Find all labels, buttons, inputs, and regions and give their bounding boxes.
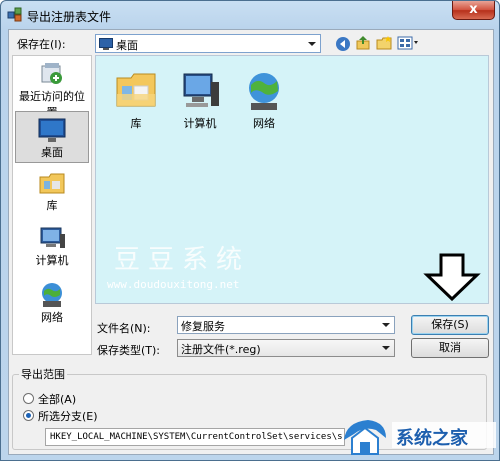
watermark-url: www.doudouxitong.net [107, 278, 240, 291]
place-recent[interactable]: 最近访问的位置 [15, 60, 89, 119]
save-button[interactable]: 保存(S) [411, 315, 489, 335]
save-in-label: 保存在(I): [17, 38, 66, 51]
house-logo-icon [344, 420, 386, 455]
export-range-title: 导出范围 [19, 366, 67, 382]
filetype-label: 保存类型(T): [97, 344, 161, 357]
file-item-label: 库 [130, 117, 142, 130]
location-value: 桌面 [116, 39, 138, 52]
radio-selected-branch[interactable] [23, 410, 34, 421]
corner-logo: 系统之家 [340, 410, 500, 461]
chevron-down-icon [382, 346, 390, 350]
filetype-value: 注册文件(*.reg) [181, 343, 261, 356]
file-item-label: 计算机 [183, 117, 217, 130]
view-menu-icon[interactable] [397, 35, 421, 51]
cancel-button[interactable]: 取消 [411, 338, 489, 358]
places-bar: 最近访问的位置 桌面 库 计算机 网络 [12, 55, 92, 355]
desktop-icon [38, 118, 66, 142]
network-globe-icon [249, 73, 279, 110]
radio-all[interactable] [23, 393, 34, 404]
library-icon [39, 173, 65, 194]
dialog-client: 保存在(I): 桌面 最近访问的位置 桌面 库 [8, 29, 494, 455]
filename-value: 修复服务 [181, 320, 225, 333]
filetype-dropdown[interactable]: 注册文件(*.reg) [177, 339, 395, 357]
registry-icon [7, 7, 22, 22]
up-folder-icon[interactable] [355, 35, 371, 51]
file-item-network[interactable]: 网络 [234, 70, 294, 131]
option-all-label[interactable]: 全部(A) [38, 391, 76, 407]
place-network[interactable]: 网络 [15, 281, 89, 325]
computer-icon [183, 73, 219, 107]
file-item-library[interactable]: 库 [106, 70, 166, 131]
file-list-view[interactable]: 库 计算机 网络 豆豆系统 www.doudouxitong.net [95, 55, 489, 304]
computer-icon [40, 227, 65, 248]
close-icon: x [469, 2, 478, 17]
option-selected-label[interactable]: 所选分支(E) [38, 408, 98, 424]
file-item-label: 网络 [253, 117, 275, 130]
window-title: 导出注册表文件 [27, 10, 112, 24]
chevron-down-icon [308, 42, 316, 46]
branch-path-field[interactable]: HKEY_LOCAL_MACHINE\SYSTEM\CurrentControl… [45, 428, 345, 446]
chevron-down-icon[interactable] [378, 317, 394, 333]
network-globe-icon [42, 283, 62, 307]
place-computer[interactable]: 计算机 [15, 226, 89, 268]
location-dropdown[interactable]: 桌面 [95, 34, 321, 53]
place-libraries[interactable]: 库 [15, 171, 89, 213]
place-label: 库 [46, 199, 58, 212]
place-label: 桌面 [41, 146, 63, 159]
filename-label: 文件名(N): [97, 322, 151, 335]
desktop-icon [99, 38, 113, 50]
dialog-window: 导出注册表文件 x 保存在(I): 桌面 最近访问的位置 桌面 库 [0, 0, 500, 461]
place-label: 计算机 [35, 254, 69, 267]
recent-places-icon [41, 63, 62, 84]
back-icon[interactable] [335, 36, 351, 52]
down-arrow-icon [423, 253, 481, 301]
place-label: 网络 [41, 311, 63, 324]
corner-logo-text: 系统之家 [396, 428, 468, 449]
file-item-computer[interactable]: 计算机 [170, 70, 230, 131]
title-bar[interactable]: 导出注册表文件 x [1, 1, 499, 29]
new-folder-icon[interactable] [376, 35, 392, 51]
library-folder-icon [116, 73, 156, 107]
watermark-text: 豆豆系统 [114, 245, 251, 275]
close-button[interactable]: x [452, 1, 495, 20]
place-desktop[interactable]: 桌面 [15, 111, 89, 163]
filename-input[interactable]: 修复服务 [177, 316, 395, 334]
